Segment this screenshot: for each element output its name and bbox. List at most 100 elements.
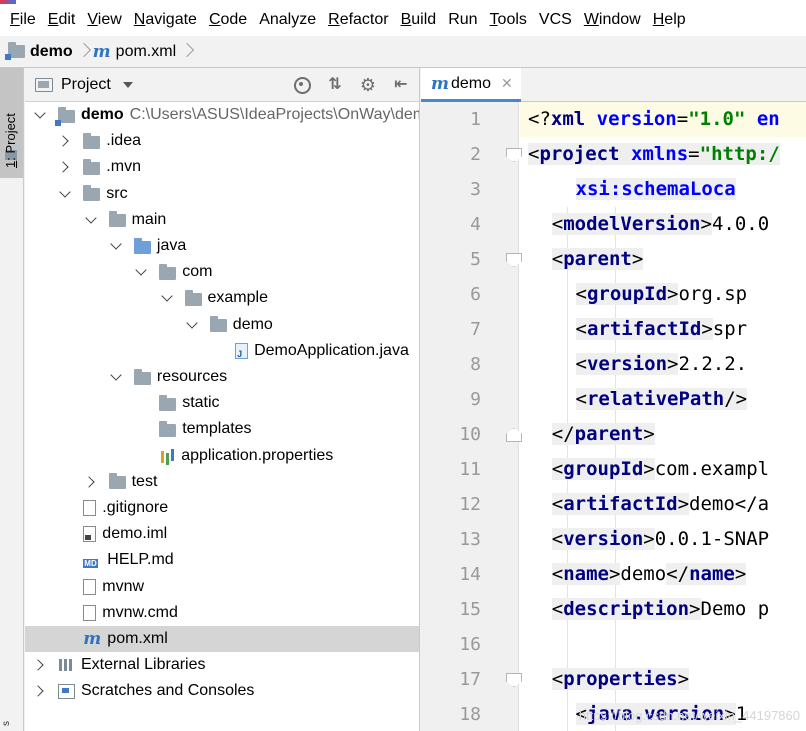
text-file-icon xyxy=(83,604,97,621)
chevron-down-icon[interactable] xyxy=(85,214,97,226)
code-token: 2.2.2. xyxy=(678,353,748,375)
menu-navigate[interactable]: Navigate xyxy=(128,6,203,34)
project-panel-title[interactable]: Project xyxy=(61,76,111,94)
chevron-down-icon[interactable] xyxy=(34,109,46,121)
locate-icon[interactable] xyxy=(292,75,312,95)
line-number: 15 xyxy=(459,599,481,620)
code-token: < xyxy=(551,248,564,270)
chevron-right-icon[interactable] xyxy=(59,161,71,173)
menu-run[interactable]: Run xyxy=(442,6,483,34)
tree-item-label: mvnw.cmd xyxy=(102,603,178,621)
chevron-down-icon[interactable] xyxy=(59,188,71,200)
line-number: 18 xyxy=(459,704,481,725)
menu-tools[interactable]: Tools xyxy=(484,6,533,34)
code-token: = xyxy=(688,143,700,165)
code-token: demo xyxy=(620,563,667,585)
chevron-down-icon[interactable] xyxy=(161,292,173,304)
chevron-down-icon[interactable] xyxy=(110,371,122,383)
menu-file[interactable]: File xyxy=(4,6,42,34)
java-class-icon xyxy=(235,342,249,359)
tree-item[interactable]: External Libraries xyxy=(25,652,419,678)
menu-code[interactable]: Code xyxy=(203,6,253,34)
tree-item-label: demo xyxy=(232,315,273,333)
code-token: > xyxy=(608,563,621,585)
menu-build[interactable]: Build xyxy=(395,6,443,34)
close-icon[interactable]: ✕ xyxy=(501,75,513,92)
breadcrumb-project[interactable]: demo xyxy=(5,40,73,64)
code-token: com.exampl xyxy=(654,458,770,480)
hide-icon[interactable]: ⇤ xyxy=(391,75,411,95)
collapse-all-icon[interactable]: ⇅ xyxy=(325,75,345,95)
line-number: 5 xyxy=(470,249,481,270)
chevron-right-icon[interactable] xyxy=(85,476,97,488)
code-token: < xyxy=(551,213,564,235)
editor-gutter[interactable]: 1 2 3 4 5 6 7 8 9 10 11 12 13 14 15 16 17 18 xyxy=(421,102,522,731)
menu-refactor[interactable]: Refactor xyxy=(322,6,394,34)
tree-item[interactable]: .idea xyxy=(25,128,419,154)
tree-item[interactable]: application.properties xyxy=(25,443,419,469)
code-token: version xyxy=(586,353,668,375)
chevron-right-icon[interactable] xyxy=(59,135,71,147)
code-token: properties xyxy=(563,668,678,690)
code-token: > xyxy=(734,563,747,585)
tree-item[interactable]: example xyxy=(25,285,419,311)
tree-item[interactable]: src xyxy=(25,181,419,207)
line-number: 13 xyxy=(459,529,481,550)
code-token: Demo p xyxy=(700,598,770,620)
tree-item[interactable]: .mvn xyxy=(25,154,419,180)
chevron-down-icon[interactable] xyxy=(135,266,147,278)
breadcrumb-file[interactable]: m pom.xml xyxy=(93,40,176,64)
tree-item[interactable]: resources xyxy=(25,364,419,390)
tree-item[interactable]: main xyxy=(25,207,419,233)
tree-item-label: External Libraries xyxy=(81,656,206,674)
chevron-down-icon[interactable] xyxy=(110,240,122,252)
menu-window[interactable]: Window xyxy=(578,6,647,34)
tree-item[interactable]: demo.iml xyxy=(25,521,419,547)
project-tool-window-tab[interactable]: 1: Project xyxy=(0,68,23,178)
editor-tab-pom[interactable]: m demo ✕ xyxy=(421,68,521,102)
chevron-right-icon[interactable] xyxy=(34,659,46,671)
tree-item[interactable]: test xyxy=(25,469,419,495)
tree-item[interactable]: demo C:\Users\ASUS\IdeaProjects\OnWay\dem… xyxy=(25,102,419,128)
chevron-down-icon[interactable] xyxy=(186,319,198,331)
menu-help[interactable]: Help xyxy=(647,6,692,34)
code-token: <? xyxy=(528,108,551,130)
folder-icon xyxy=(184,289,202,306)
tree-item[interactable]: Scratches and Consoles xyxy=(25,678,419,704)
text-file-icon xyxy=(83,578,97,595)
chevron-down-icon[interactable] xyxy=(122,81,133,88)
code-token: </ xyxy=(551,423,575,445)
tree-item[interactable]: static xyxy=(25,390,419,416)
folder-icon xyxy=(133,368,151,385)
code-token: version xyxy=(596,108,677,130)
tree-item-label: demo xyxy=(81,106,124,123)
gear-icon[interactable]: ⚙ xyxy=(358,75,378,95)
tree-item-label: templates xyxy=(182,420,252,438)
tree-item[interactable]: .gitignore xyxy=(25,495,419,521)
tree-item[interactable]: com xyxy=(25,259,419,285)
menu-view[interactable]: View xyxy=(81,6,127,34)
menu-vcs[interactable]: VCS xyxy=(533,6,578,34)
code-token: < xyxy=(528,143,540,165)
code-token: > xyxy=(667,353,679,375)
tree-item[interactable]: java xyxy=(25,233,419,259)
menu-analyze[interactable]: Analyze xyxy=(253,6,322,34)
tree-item[interactable]: mvnw.cmd xyxy=(25,600,419,626)
tree-item[interactable]: templates xyxy=(25,416,419,442)
maven-file-icon: m xyxy=(92,41,111,62)
editor-tab-label: demo xyxy=(451,74,492,92)
tree-item[interactable]: mvnw xyxy=(25,574,419,600)
code-editor[interactable]: <?xml version="1.0" en <project xmlns="ht… xyxy=(520,102,806,731)
tree-item[interactable]: DemoApplication.java xyxy=(25,338,419,364)
tree-item[interactable]: HELP.md xyxy=(25,547,419,573)
code-token: < xyxy=(575,388,587,410)
code-line: <modelVersion>4.0.0 xyxy=(551,207,769,242)
chevron-right-icon[interactable] xyxy=(34,685,46,697)
tree-item[interactable]: demo xyxy=(25,312,419,338)
text-file-icon xyxy=(83,500,97,516)
tree-item[interactable]: m pom.xml xyxy=(25,626,419,652)
stripe-bottom-label[interactable]: s xyxy=(1,721,12,726)
navigation-bar: demo m pom.xml xyxy=(0,36,806,68)
menu-edit[interactable]: Edit xyxy=(42,6,82,34)
code-token: < xyxy=(551,528,564,550)
